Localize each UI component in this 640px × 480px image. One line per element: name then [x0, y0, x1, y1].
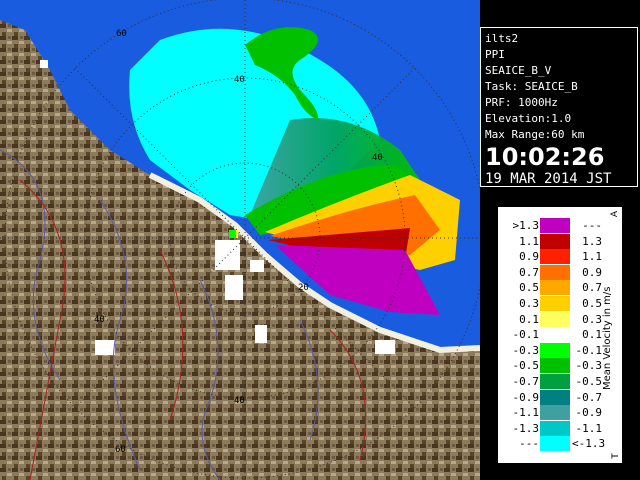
legend-row: -1.3 -1.1 [499, 420, 603, 436]
ring-label: 40 [94, 315, 105, 325]
legend-color-swatch [540, 342, 570, 358]
ring-label: 20 [298, 283, 309, 293]
scan-date: 19 MAR 2014 JST [485, 171, 612, 187]
ring-label: 60 [116, 29, 127, 39]
legend-lower-bound: 0.3 [519, 297, 539, 310]
ring-label: 40 [372, 153, 383, 163]
legend-row: 0.1 0.3 [499, 311, 602, 327]
prf-value: PRF: 1000Hz [485, 96, 558, 109]
legend-lower-bound: 0.7 [519, 265, 539, 279]
legend-lower-bound: -0.9 [512, 390, 540, 404]
legend-lower-bound: -1.3 [512, 421, 540, 435]
legend-upper-bound: -0.3 [575, 359, 603, 373]
legend-lower-bound: -0.5 [512, 359, 540, 373]
legend-lower-bound: -0.3 [512, 343, 540, 357]
legend-color-swatch [540, 264, 570, 280]
radar-site-marker [229, 230, 238, 238]
legend-row: >1.3 --- [499, 218, 602, 233]
legend-upper-bound: -0.1 [575, 343, 603, 357]
legend-color-swatch [540, 296, 570, 311]
legend-upper-bound: -0.9 [575, 406, 603, 420]
legend-color-swatch [540, 280, 570, 296]
legend-upper-bound: 0.7 [582, 281, 602, 295]
legend-row: --- <-1.3 [499, 436, 606, 452]
legend-lower-bound: --- [519, 437, 539, 451]
legend-upper-bound: 0.3 [582, 312, 602, 326]
velocity-legend: >1.3 --- 1.1 1.3 0.9 1.1 0.7 0.9 0.5 0.7 0.3 0.5 0.1… [498, 207, 622, 463]
legend-upper-bound: 0.5 [582, 297, 602, 310]
legend-lower-bound: -1.1 [512, 406, 540, 420]
legend-upper-bound: -0.7 [575, 390, 603, 404]
ring-label: 40 [234, 75, 245, 85]
ring-label: 40 [234, 396, 245, 406]
legend-upper-bound: 1.1 [582, 250, 602, 264]
elevation-value: Elevation:1.0 [485, 112, 572, 125]
legend-color-swatch [540, 420, 570, 436]
legend-row: 0.7 0.9 [499, 264, 602, 280]
legend-row: 0.9 1.1 [499, 249, 602, 265]
legend-color-swatch [540, 311, 570, 327]
legend-upper-bound: -1.1 [575, 421, 603, 435]
radar-name: ilts2 [485, 32, 519, 45]
legend-color-swatch [540, 389, 570, 405]
legend-row: -1.1 -0.9 [499, 405, 603, 421]
legend-row: -0.1 0.1 [499, 327, 602, 343]
legend-color-swatch [540, 405, 570, 421]
legend-upper-bound: 0.9 [582, 265, 602, 279]
task-name: Task: SEAICE_B [485, 80, 578, 93]
scan-time: 10:02:26 [485, 143, 605, 171]
legend-corner-bottom: T [610, 453, 621, 459]
legend-row: 1.1 1.3 [499, 233, 602, 249]
legend-upper-bound: <-1.3 [572, 437, 606, 451]
legend-lower-bound: 0.5 [519, 281, 539, 295]
radar-ppi-map: 20 40 60 40 40 40 60 [0, 0, 480, 480]
legend-corner-top: A [609, 210, 620, 218]
legend-color-swatch [540, 233, 570, 249]
legend-lower-bound: 0.9 [519, 250, 539, 264]
legend-row: -0.3 -0.1 [499, 342, 603, 358]
max-range-value: Max Range:60 km [485, 128, 585, 141]
legend-color-swatch [540, 327, 570, 343]
product-name: SEAICE_B_V [485, 64, 552, 77]
legend-color-swatch [540, 218, 570, 233]
legend-color-swatch [540, 436, 570, 452]
legend-lower-bound: 0.1 [519, 312, 539, 326]
legend-upper-bound: -0.5 [575, 375, 603, 388]
legend-color-swatch [540, 374, 570, 389]
legend-color-swatch [540, 358, 570, 374]
legend-row: -0.9 -0.7 [499, 389, 603, 405]
legend-upper-bound: --- [582, 219, 602, 232]
legend-lower-bound: >1.3 [512, 219, 540, 232]
legend-lower-bound: -0.1 [512, 328, 540, 342]
legend-lower-bound: 1.1 [519, 234, 539, 248]
ring-label: 60 [115, 445, 126, 455]
legend-row: -0.5 -0.3 [499, 358, 603, 374]
legend-upper-bound: 0.1 [582, 328, 602, 342]
legend-row: 0.3 0.5 [499, 296, 602, 311]
legend-upper-bound: 1.3 [582, 234, 602, 248]
legend-title: Mean Velocity in m/s [602, 286, 613, 390]
legend-color-swatch [540, 249, 570, 265]
legend-row: 0.5 0.7 [499, 280, 602, 296]
legend-lower-bound: -0.7 [512, 375, 540, 388]
scan-type: PPI [485, 48, 505, 61]
scan-info-panel: ilts2 PPI SEAICE_B_V Task: SEAICE_B PRF:… [480, 27, 638, 187]
legend-row: -0.7 -0.5 [499, 374, 602, 389]
